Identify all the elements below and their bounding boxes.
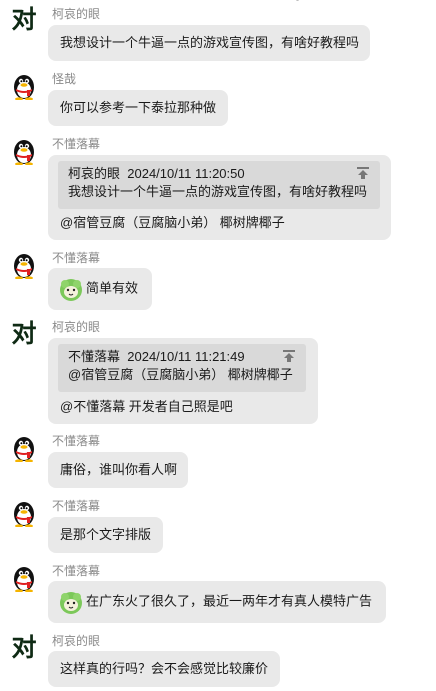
quote-author: 柯哀的眼 xyxy=(68,166,121,181)
message-text: 庸俗，谁叫你看人啊 xyxy=(60,462,178,477)
quote-header: 柯哀的眼 2024/10/11 11:20:50 xyxy=(68,165,370,183)
sender-name: 柯哀的眼 xyxy=(52,634,101,648)
message-text: @宿管豆腐（豆腐脑小弟） 椰树牌椰子 xyxy=(60,215,285,230)
message-text: 我想设计一个牛逼一点的游戏宣传图，有啥好教程吗 xyxy=(60,35,360,50)
message-text: 简单有效 xyxy=(86,280,139,296)
jump-to-original-icon[interactable] xyxy=(282,349,296,363)
sender-name: 不懂落幕 xyxy=(52,434,101,448)
message-text: 是那个文字排版 xyxy=(60,527,152,542)
quoted-reply[interactable]: 不懂落幕 2024/10/11 11:21:49 @宿管豆腐（豆腐脑小弟） 椰树… xyxy=(58,344,306,392)
cabbage-sticker-icon xyxy=(58,276,84,302)
message-bubble[interactable]: 不懂落幕 2024/10/11 11:21:49 @宿管豆腐（豆腐脑小弟） 椰树… xyxy=(48,338,318,424)
penguin-avatar[interactable] xyxy=(10,137,38,165)
sender-name: 不懂落幕 xyxy=(52,137,101,151)
quote-text: 我想设计一个牛逼一点的游戏宣传图，有啥好教程吗 xyxy=(68,184,368,199)
sender-name: 怪哉 xyxy=(52,72,77,86)
sender-name: 柯哀的眼 xyxy=(52,7,101,21)
avatar[interactable]: 对 xyxy=(10,320,38,348)
message-bubble[interactable]: 庸俗，谁叫你看人啊 xyxy=(48,452,188,488)
message-text: 你可以参考一下泰拉那种做 xyxy=(60,100,217,115)
message-text: 这样真的行吗？会不会感觉比较廉价 xyxy=(60,661,269,676)
quote-header: 不懂落幕 2024/10/11 11:21:49 xyxy=(68,348,296,366)
quote-author: 不懂落幕 xyxy=(68,349,121,364)
scroll-indicator xyxy=(296,0,299,1)
message-bubble[interactable]: 这样真的行吗？会不会感觉比较廉价 xyxy=(48,651,280,687)
message-text: @不懂落幕 开发者自己照是吧 xyxy=(60,399,233,414)
penguin-avatar[interactable] xyxy=(10,434,38,462)
message-bubble[interactable]: 简单有效 xyxy=(48,268,152,310)
sender-name: 不懂落幕 xyxy=(52,564,101,578)
quote-time: 2024/10/11 11:20:50 xyxy=(127,166,245,181)
quote-time: 2024/10/11 11:21:49 xyxy=(127,349,245,364)
avatar[interactable]: 对 xyxy=(10,634,38,662)
penguin-avatar[interactable] xyxy=(10,499,38,527)
penguin-avatar[interactable] xyxy=(10,564,38,592)
message-bubble[interactable]: 你可以参考一下泰拉那种做 xyxy=(48,90,228,126)
penguin-avatar[interactable] xyxy=(10,251,38,279)
penguin-avatar[interactable] xyxy=(10,72,38,100)
message-text: 在广东火了很久了，最近一两年才有真人模特广告 xyxy=(86,593,373,609)
message-bubble[interactable]: 柯哀的眼 2024/10/11 11:20:50 我想设计一个牛逼一点的游戏宣传… xyxy=(48,155,391,240)
message-bubble[interactable]: 在广东火了很久了，最近一两年才有真人模特广告 xyxy=(48,581,386,623)
jump-to-original-icon[interactable] xyxy=(356,166,370,180)
quoted-reply[interactable]: 柯哀的眼 2024/10/11 11:20:50 我想设计一个牛逼一点的游戏宣传… xyxy=(58,161,380,209)
sender-name: 不懂落幕 xyxy=(52,499,101,513)
avatar[interactable]: 对 xyxy=(10,6,38,34)
message-bubble[interactable]: 是那个文字排版 xyxy=(48,517,163,553)
sender-name: 柯哀的眼 xyxy=(52,320,101,334)
cabbage-sticker-icon xyxy=(58,589,84,615)
quote-text: @宿管豆腐（豆腐脑小弟） 椰树牌椰子 xyxy=(68,367,293,382)
message-bubble[interactable]: 我想设计一个牛逼一点的游戏宣传图，有啥好教程吗 xyxy=(48,25,370,61)
sender-name: 不懂落幕 xyxy=(52,251,101,265)
